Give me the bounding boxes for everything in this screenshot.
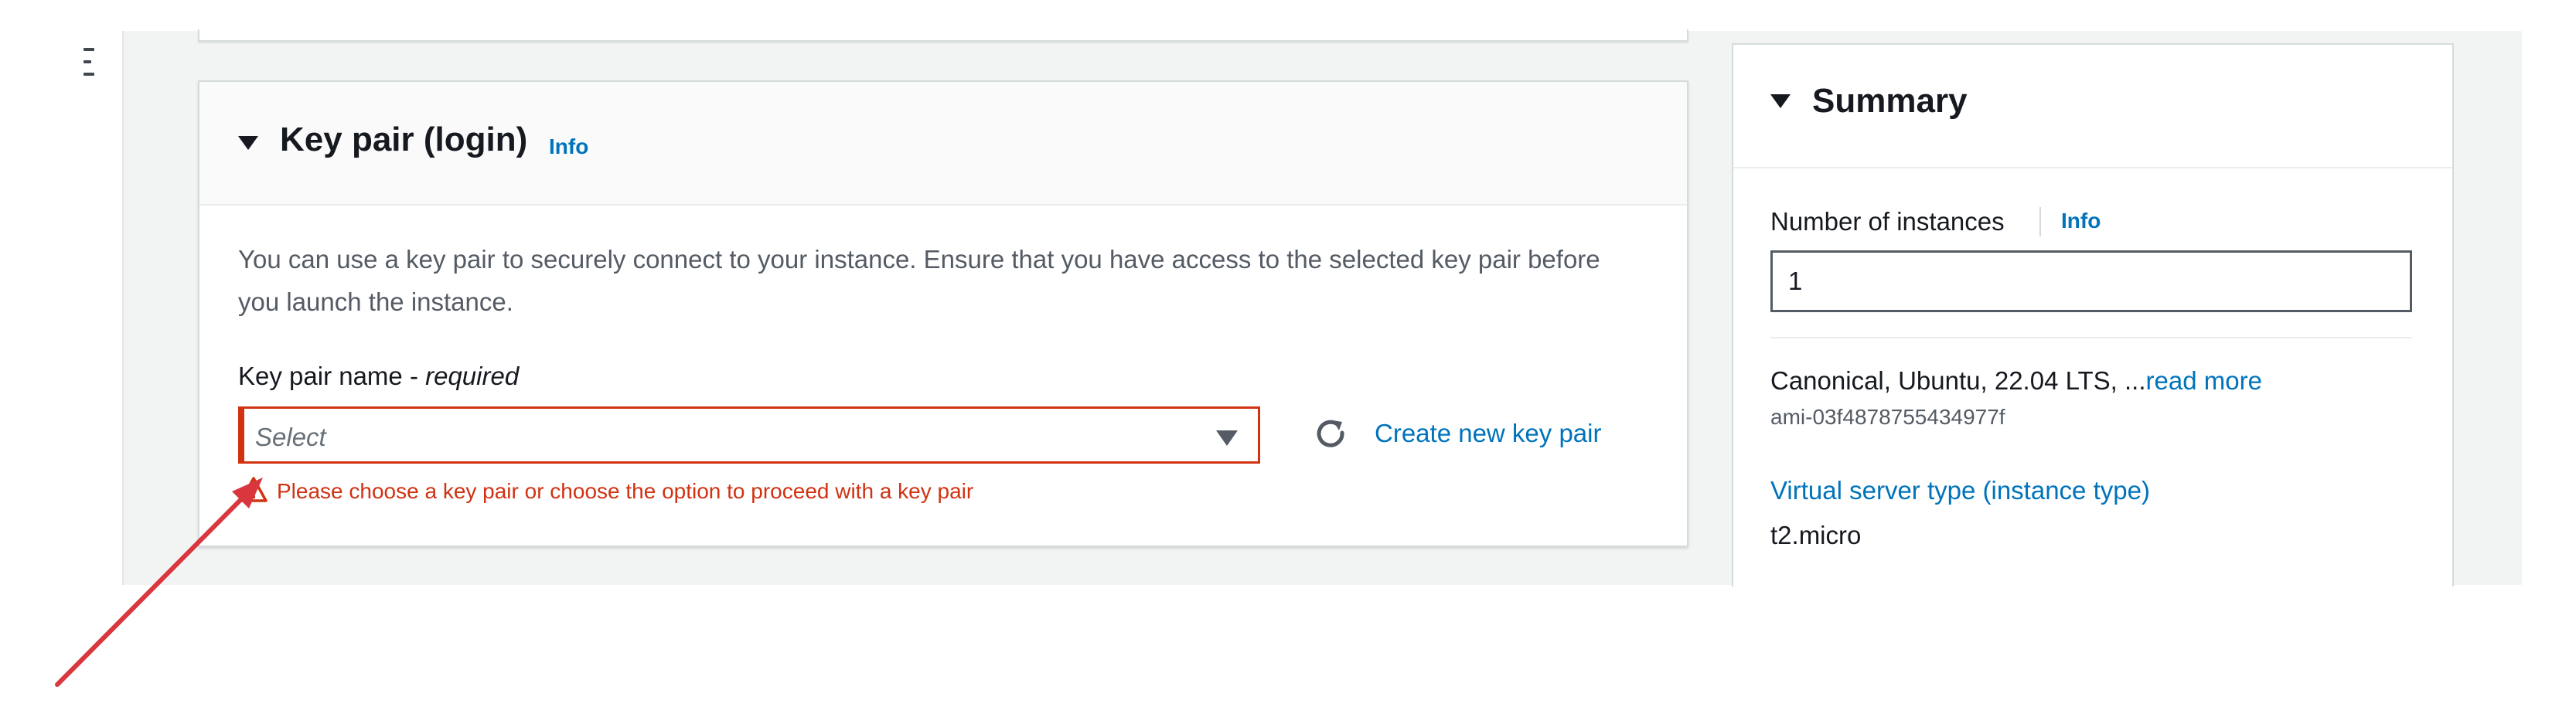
key-pair-title: Key pair (login) — [280, 121, 528, 158]
instance-type-link[interactable]: Virtual server type (instance type) — [1770, 476, 2150, 505]
dropdown-caret-icon — [1216, 430, 1238, 446]
number-of-instances-input[interactable] — [1770, 250, 2412, 312]
key-pair-name-label: Key pair name - required — [238, 362, 519, 391]
key-pair-error-message: Please choose a key pair or choose the o… — [277, 479, 974, 503]
number-of-instances-label: Number of instances — [1770, 207, 2005, 236]
key-pair-panel: Key pair (login) Info You can use a key … — [198, 80, 1688, 547]
previous-panel-bottom — [198, 29, 1688, 42]
summary-header: Summary — [1733, 45, 2452, 168]
summary-panel: Summary Number of instances Info Canonic… — [1732, 43, 2454, 586]
key-pair-select-placeholder: Select — [255, 423, 326, 451]
instances-info-link[interactable]: Info — [2061, 209, 2101, 233]
instance-type-value: t2.micro — [1770, 521, 1862, 549]
divider — [1770, 337, 2412, 338]
key-pair-select[interactable]: Select — [238, 406, 1260, 464]
ami-id: ami-03f4878755434977f — [1770, 405, 2005, 429]
ami-description-text: Canonical, Ubuntu, 22.04 LTS, ... — [1770, 366, 2146, 395]
key-pair-panel-header: Key pair (login) Info — [199, 82, 1687, 206]
read-more-link[interactable]: read more — [2146, 366, 2262, 395]
key-pair-name-label-text: Key pair name - — [238, 362, 426, 390]
ami-description: Canonical, Ubuntu, 22.04 LTS, ...read mo… — [1770, 366, 2262, 396]
collapse-caret-icon[interactable] — [238, 136, 258, 150]
refresh-icon[interactable] — [1313, 416, 1350, 453]
create-key-pair-link[interactable]: Create new key pair — [1375, 419, 1601, 448]
warning-icon — [240, 476, 267, 504]
summary-title: Summary — [1812, 82, 1968, 120]
collapse-caret-icon[interactable] — [1770, 94, 1791, 108]
required-label: required — [425, 362, 520, 390]
key-pair-info-link[interactable]: Info — [549, 134, 588, 159]
hamburger-menu-icon[interactable] — [83, 48, 97, 76]
key-pair-description: You can use a key pair to securely conne… — [238, 245, 1600, 316]
label-separator — [2039, 207, 2041, 236]
